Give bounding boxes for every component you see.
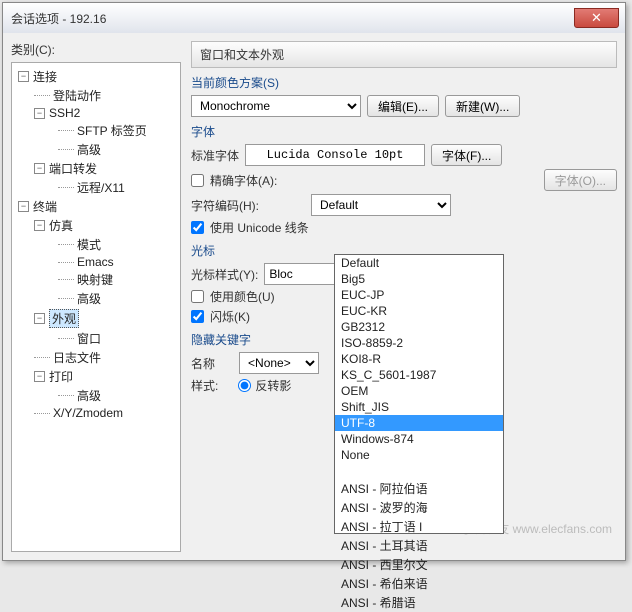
kw-style-radio-label: 反转影 <box>255 377 291 394</box>
unicode-lines-label: 使用 Unicode 线条 <box>210 219 309 236</box>
encoding-select[interactable]: Default <box>311 194 451 216</box>
encoding-option[interactable]: OEM <box>335 383 503 399</box>
encoding-option[interactable]: Default <box>335 255 503 271</box>
tree-sftp[interactable]: SFTP 标签页 <box>14 121 178 140</box>
tree-remote[interactable]: 远程/X11 <box>14 178 178 197</box>
section-header: 窗口和文本外观 <box>191 41 617 68</box>
tree-mapkey[interactable]: 映射键 <box>14 270 178 289</box>
kw-name-label: 名称 <box>191 355 215 372</box>
tree-print[interactable]: −打印 <box>14 367 178 386</box>
tree-ssh2[interactable]: −SSH2 <box>14 105 178 121</box>
tree-portfwd[interactable]: −端口转发 <box>14 159 178 178</box>
precise-font-label: 精确字体(A): <box>210 172 277 189</box>
collapse-icon[interactable]: − <box>34 108 45 119</box>
encoding-label: 字符编码(H): <box>191 197 259 214</box>
category-tree[interactable]: −连接 登陆动作 −SSH2 SFTP 标签页 高级 −端口转发 远程/X11 … <box>11 62 181 552</box>
use-color-label: 使用颜色(U) <box>210 288 275 305</box>
encoding-option[interactable]: None <box>335 447 503 463</box>
font-button-2: 字体(O)... <box>544 169 617 191</box>
collapse-icon[interactable]: − <box>34 313 45 324</box>
blink-label: 闪烁(K) <box>210 308 250 325</box>
cursor-style-label: 光标样式(Y): <box>191 266 258 283</box>
encoding-option[interactable]: ANSI - 土耳其语 <box>335 536 503 555</box>
close-button[interactable]: ✕ <box>574 8 619 28</box>
encoding-option[interactable]: ANSI - 拉丁语 I <box>335 517 503 536</box>
color-scheme-select[interactable]: Monochrome <box>191 95 361 117</box>
cursor-style-select[interactable] <box>264 263 344 285</box>
category-sidebar: 类别(C): −连接 登陆动作 −SSH2 SFTP 标签页 高级 −端口转发 … <box>11 41 181 552</box>
tree-terminal[interactable]: −终端 <box>14 197 178 216</box>
tree-advanced1[interactable]: 高级 <box>14 140 178 159</box>
tree-advanced2[interactable]: 高级 <box>14 289 178 308</box>
encoding-option[interactable] <box>335 463 503 479</box>
kw-name-select[interactable]: <None> <box>239 352 319 374</box>
window-title: 会话选项 - 192.16 <box>11 10 574 27</box>
encoding-option[interactable]: Windows-874 <box>335 431 503 447</box>
collapse-icon[interactable]: − <box>34 163 45 174</box>
blink-checkbox[interactable] <box>191 310 204 323</box>
precise-font-checkbox[interactable] <box>191 174 204 187</box>
encoding-option[interactable]: ANSI - 阿拉伯语 <box>335 479 503 498</box>
encoding-option[interactable]: KOI8-R <box>335 351 503 367</box>
encoding-option[interactable]: EUC-KR <box>335 303 503 319</box>
tree-connection[interactable]: −连接 <box>14 67 178 86</box>
titlebar: 会话选项 - 192.16 ✕ <box>3 3 625 33</box>
tree-mode[interactable]: 模式 <box>14 235 178 254</box>
encoding-option[interactable]: UTF-8 <box>335 415 503 431</box>
tree-emacs[interactable]: Emacs <box>14 254 178 270</box>
tree-appearance[interactable]: −外观 <box>14 308 178 329</box>
font-button[interactable]: 字体(F)... <box>431 144 502 166</box>
encoding-option[interactable]: ANSI - 希伯来语 <box>335 574 503 593</box>
use-color-checkbox[interactable] <box>191 290 204 303</box>
scheme-group-label: 当前颜色方案(S) <box>191 74 617 91</box>
encoding-option[interactable]: ANSI - 波罗的海 <box>335 498 503 517</box>
edit-scheme-button[interactable]: 编辑(E)... <box>367 95 439 117</box>
encoding-option[interactable]: ANSI - 希腊语 <box>335 593 503 612</box>
tree-advanced3[interactable]: 高级 <box>14 386 178 405</box>
unicode-lines-checkbox[interactable] <box>191 221 204 234</box>
session-options-window: 会话选项 - 192.16 ✕ 类别(C): −连接 登陆动作 −SSH2 SF… <box>2 2 626 561</box>
tree-login[interactable]: 登陆动作 <box>14 86 178 105</box>
category-label: 类别(C): <box>11 41 181 58</box>
tree-xyz[interactable]: X/Y/Zmodem <box>14 405 178 421</box>
collapse-icon[interactable]: − <box>18 71 29 82</box>
tree-emulation[interactable]: −仿真 <box>14 216 178 235</box>
encoding-option[interactable]: KS_C_5601-1987 <box>335 367 503 383</box>
kw-style-label: 样式: <box>191 377 218 394</box>
encoding-option[interactable]: ANSI - 西里尔文 <box>335 555 503 574</box>
tree-window[interactable]: 窗口 <box>14 329 178 348</box>
encoding-option[interactable]: GB2312 <box>335 319 503 335</box>
new-scheme-button[interactable]: 新建(W)... <box>445 95 520 117</box>
collapse-icon[interactable]: − <box>34 220 45 231</box>
collapse-icon[interactable]: − <box>18 201 29 212</box>
tree-logfile[interactable]: 日志文件 <box>14 348 178 367</box>
encoding-option[interactable]: ISO-8859-2 <box>335 335 503 351</box>
collapse-icon[interactable]: − <box>34 371 45 382</box>
encoding-option[interactable]: Big5 <box>335 271 503 287</box>
encoding-dropdown[interactable]: DefaultBig5EUC-JPEUC-KRGB2312ISO-8859-2K… <box>334 254 504 534</box>
font-group-label: 字体 <box>191 123 617 140</box>
font-display: Lucida Console 10pt <box>245 144 425 166</box>
std-font-label: 标准字体 <box>191 147 239 164</box>
encoding-option[interactable]: EUC-JP <box>335 287 503 303</box>
kw-style-radio[interactable] <box>238 379 251 392</box>
encoding-option[interactable]: Shift_JIS <box>335 399 503 415</box>
